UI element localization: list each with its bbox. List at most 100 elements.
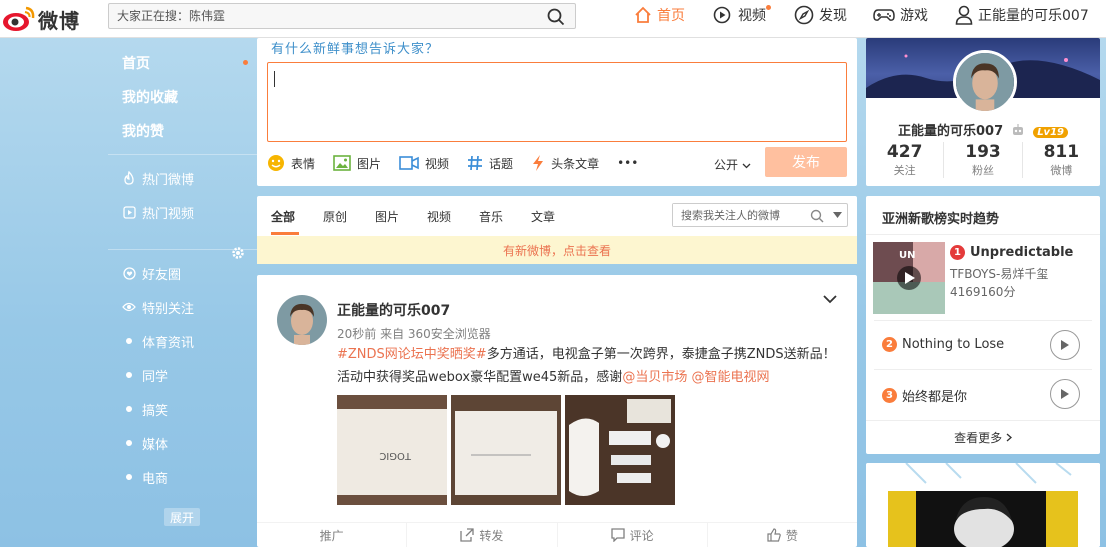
emoji-label: 表情 xyxy=(291,156,316,171)
rank-badge: 1 xyxy=(950,245,965,260)
stat-followers[interactable]: 193 粉丝 xyxy=(944,142,1023,178)
album-cover[interactable]: UN xyxy=(873,242,945,314)
emoji-button[interactable]: 表情 xyxy=(267,154,315,172)
play-button[interactable] xyxy=(1050,330,1080,360)
song-title[interactable]: 2 Nothing to Lose xyxy=(882,337,1004,352)
topic-label: 话题 xyxy=(489,156,514,171)
sidebar-item-hot-video[interactable]: 热门视频 xyxy=(108,195,258,229)
sidebar-item-group[interactable]: 电商 xyxy=(108,460,258,494)
sidebar-item-group[interactable]: 媒体 xyxy=(108,426,258,460)
song-title[interactable]: 3 始终都是你 xyxy=(882,386,967,405)
stat-num: 427 xyxy=(886,142,923,162)
stat-following[interactable]: 427 关注 xyxy=(866,142,945,178)
post-author[interactable]: 正能量的可乐007 xyxy=(337,300,450,320)
level-badge[interactable]: Lv19 xyxy=(1033,127,1068,138)
repost-label: 转发 xyxy=(479,528,504,543)
tab-music[interactable]: 音乐 xyxy=(479,208,503,225)
sidebar-item-likes[interactable]: 我的赞 xyxy=(108,114,258,148)
mention-link[interactable]: @智能电视网 xyxy=(691,370,769,385)
tab-images[interactable]: 图片 xyxy=(375,208,399,225)
global-search-input[interactable] xyxy=(109,4,529,28)
divider xyxy=(874,369,1092,370)
sidebar-item-label: 特别关注 xyxy=(142,301,195,317)
tab-articles[interactable]: 文章 xyxy=(531,208,555,225)
publish-button[interactable]: 发布 xyxy=(765,147,847,177)
sidebar-item-group[interactable]: 体育资讯 xyxy=(108,324,258,358)
sidebar-item-favorites[interactable]: 我的收藏 xyxy=(108,80,258,114)
song-title[interactable]: 1 Unpredictable xyxy=(950,245,1073,260)
post-images: TOGIC xyxy=(337,395,679,505)
robot-badge-icon xyxy=(1012,124,1023,135)
post-image[interactable]: TOGIC xyxy=(337,395,447,505)
more-tools-button[interactable]: ••• xyxy=(617,156,638,170)
mention-link[interactable]: @当贝市场 xyxy=(622,370,687,385)
divider xyxy=(874,320,1092,321)
song-score: 4169160分 xyxy=(950,285,1016,299)
ad-banner[interactable] xyxy=(866,463,1100,547)
avatar[interactable] xyxy=(277,295,327,345)
sidebar-item-group[interactable]: 搞笑 xyxy=(108,392,258,426)
tab-video[interactable]: 视频 xyxy=(427,208,451,225)
sidebar-item-friends[interactable]: 好友圈 xyxy=(108,256,258,290)
view-more-link[interactable]: 查看更多 xyxy=(866,429,1100,446)
search-icon[interactable] xyxy=(810,209,824,223)
sidebar-item-label: 体育资讯 xyxy=(142,335,195,351)
publish-textarea[interactable] xyxy=(267,62,847,142)
repost-button[interactable]: 转发 xyxy=(407,523,558,547)
article-button[interactable]: 头条文章 xyxy=(531,154,599,172)
new-posts-notice[interactable]: 有新微博，点击查看 xyxy=(257,236,857,264)
nav-games[interactable]: 游戏 xyxy=(873,0,928,30)
avatar-image xyxy=(277,295,327,345)
stat-label: 粉丝 xyxy=(971,164,994,177)
like-label: 赞 xyxy=(785,528,798,543)
divider xyxy=(866,420,1100,421)
divider xyxy=(108,154,258,155)
post-topic-link[interactable]: #ZNDS网论坛中奖晒奖# xyxy=(337,347,487,362)
divider xyxy=(866,234,1100,235)
feed-search-input[interactable] xyxy=(673,204,803,226)
avatar[interactable] xyxy=(953,50,1017,114)
stat-posts[interactable]: 811 微博 xyxy=(1023,142,1100,178)
sidebar-item-special-follow[interactable]: 特别关注 xyxy=(108,290,258,324)
song-artist[interactable]: TFBOYS-易烊千玺 xyxy=(950,265,1048,282)
tab-original[interactable]: 原创 xyxy=(323,208,347,225)
post-meta: 20秒前 来自 360安全浏览器 xyxy=(337,327,491,341)
image-button[interactable]: 图片 xyxy=(333,155,381,172)
play-button[interactable] xyxy=(1050,379,1080,409)
nav-home[interactable]: 首页 xyxy=(634,0,685,30)
tab-all[interactable]: 全部 xyxy=(271,208,295,225)
publish-toolbar: 表情 图片 视频 话题 头条文章 ••• xyxy=(267,154,656,172)
comment-label: 评论 xyxy=(629,528,654,543)
nav-video[interactable]: 视频 xyxy=(713,0,771,30)
sidebar-item-home[interactable]: 首页 xyxy=(108,46,258,80)
visibility-select[interactable]: 公开 xyxy=(714,156,751,173)
nav-discover[interactable]: 发现 xyxy=(794,0,847,30)
weibo-logo[interactable]: 微博 xyxy=(2,4,80,34)
caret-down-icon[interactable] xyxy=(833,212,842,218)
nav-user[interactable]: 正能量的可乐007 xyxy=(955,0,1089,30)
eye-icon xyxy=(122,302,136,312)
home-icon xyxy=(635,6,651,23)
chevron-down-icon[interactable] xyxy=(823,295,837,304)
compass-icon xyxy=(794,5,814,25)
post-content: #ZNDS网论坛中奖晒奖#多方通话，电视盒子第一次跨界，泰捷盒子携ZNDS送新品… xyxy=(337,343,842,389)
sidebar-item-label: 我的赞 xyxy=(122,124,164,140)
feed-search xyxy=(672,203,848,227)
topic-button[interactable]: 话题 xyxy=(467,155,513,172)
comment-button[interactable]: 评论 xyxy=(558,523,708,547)
like-button[interactable]: 赞 xyxy=(708,523,857,547)
profile-name[interactable]: 正能量的可乐007 Lv19 xyxy=(866,120,1100,139)
post-image[interactable] xyxy=(451,395,561,505)
video-button[interactable]: 视频 xyxy=(399,155,449,172)
play-icon xyxy=(1061,340,1069,350)
post-image[interactable] xyxy=(565,395,675,505)
search-icon[interactable] xyxy=(547,8,565,26)
sidebar-expand-button[interactable]: 展开 xyxy=(164,508,200,526)
video-icon xyxy=(399,156,419,170)
bullet-icon xyxy=(126,372,132,378)
promote-button[interactable]: 推广 xyxy=(257,523,408,547)
sidebar-item-hot-weibo[interactable]: 热门微博 xyxy=(108,161,258,195)
music-chart-card: 亚洲新歌榜实时趋势 UN 1 Unpredictable TFBOYS-易烊千玺 … xyxy=(866,196,1100,454)
gear-icon[interactable] xyxy=(231,246,245,260)
sidebar-item-group[interactable]: 同学 xyxy=(108,358,258,392)
